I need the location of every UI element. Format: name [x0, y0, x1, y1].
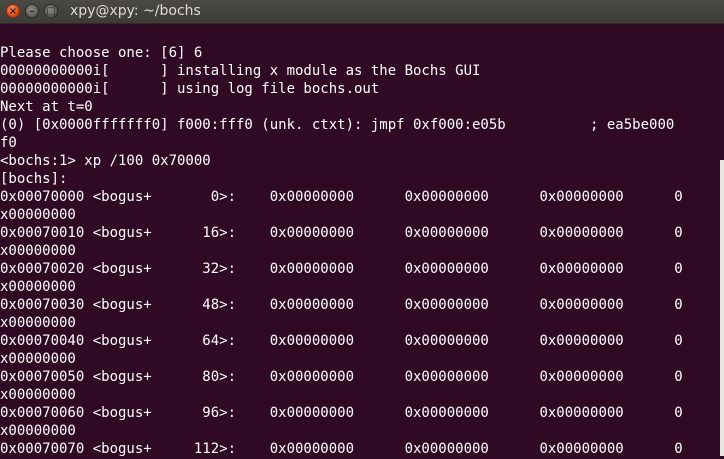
terminal-line: [bochs]: [0, 171, 68, 187]
window-title: xpy@xpy: ~/bochs [70, 3, 201, 19]
terminal-line: 0x00070050 <bogus+ 80>: 0x00000000 0x000… [0, 369, 683, 385]
terminal-line: f0 [0, 135, 17, 151]
terminal-line: x00000000 [0, 387, 76, 403]
terminal-line: 0x00070040 <bogus+ 64>: 0x00000000 0x000… [0, 333, 683, 349]
title-bar[interactable]: × – □ xpy@xpy: ~/bochs [0, 0, 724, 24]
terminal-line: x00000000 [0, 207, 76, 223]
close-icon[interactable]: × [6, 4, 20, 18]
terminal-line: Next at t=0 [0, 99, 93, 115]
scrollbar[interactable] [720, 160, 724, 456]
terminal-line: 0x00070070 <bogus+ 112>: 0x00000000 0x00… [0, 441, 683, 457]
terminal-line: 0x00070010 <bogus+ 16>: 0x00000000 0x000… [0, 225, 683, 241]
terminal-line: x00000000 [0, 279, 76, 295]
terminal-line: x00000000 [0, 315, 76, 331]
terminal-line: 0x00070030 <bogus+ 48>: 0x00000000 0x000… [0, 297, 683, 313]
terminal-window: × – □ xpy@xpy: ~/bochs Please choose one… [0, 0, 724, 459]
terminal-line: 0x00070060 <bogus+ 96>: 0x00000000 0x000… [0, 405, 683, 421]
terminal-line: <bochs:1> xp /100 0x70000 [0, 153, 211, 169]
minimize-icon[interactable]: – [25, 4, 39, 18]
terminal-line: 00000000000i[ ] using log file bochs.out [0, 81, 380, 97]
terminal-line: x00000000 [0, 351, 76, 367]
terminal-line: x00000000 [0, 243, 76, 259]
terminal-line: Please choose one: [6] 6 [0, 45, 203, 61]
terminal-line: 0x00070020 <bogus+ 32>: 0x00000000 0x000… [0, 261, 683, 277]
terminal-output[interactable]: Please choose one: [6] 6 00000000000i[ ]… [0, 44, 724, 459]
maximize-icon[interactable]: □ [44, 4, 58, 18]
terminal-line: x00000000 [0, 423, 76, 439]
terminal-line: 0x00070000 <bogus+ 0>: 0x00000000 0x0000… [0, 189, 683, 205]
terminal-line: 00000000000i[ ] installing x module as t… [0, 63, 481, 79]
terminal-line: (0) [0x0000fffffff0] f000:fff0 (unk. ctx… [0, 117, 675, 133]
